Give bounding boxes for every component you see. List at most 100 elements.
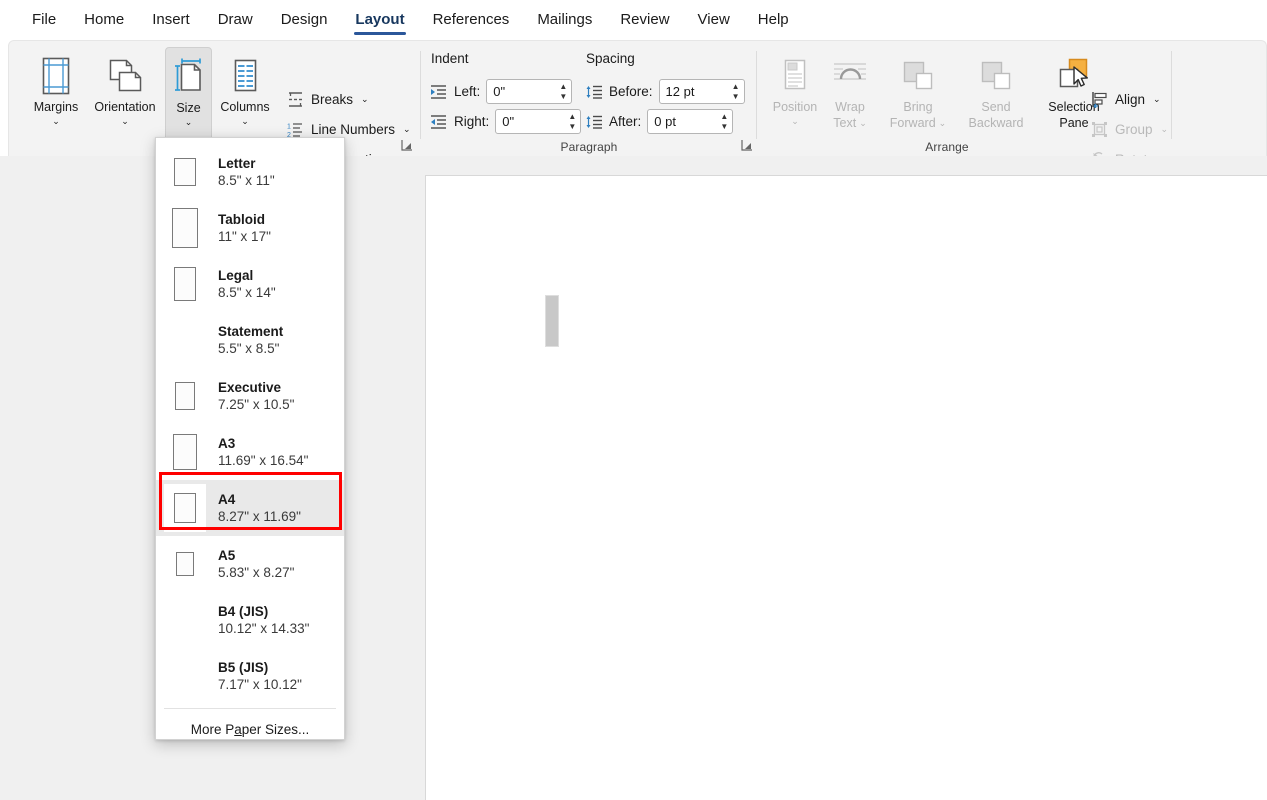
position-label: Position	[772, 100, 818, 114]
columns-button[interactable]: Columns ⌄	[214, 47, 276, 145]
paper-thumb-a3	[164, 428, 206, 476]
tab-help[interactable]: Help	[744, 5, 803, 36]
menu-item-legal-dimensions: 8.5" x 14"	[218, 284, 276, 300]
position-button[interactable]: Position ⌄	[763, 47, 827, 145]
size-button[interactable]: Size ⌄	[165, 47, 212, 145]
paper-thumb-a4	[164, 484, 206, 532]
paper-size-menu[interactable]: Letter 8.5" x 11" Tabloid 11" x 17" Lega…	[155, 137, 345, 740]
orientation-caret-icon: ⌄	[121, 116, 129, 126]
menu-item-legal-name: Legal	[218, 267, 254, 283]
menu-item-a5[interactable]: A5 5.83" x 8.27"	[156, 536, 344, 592]
indent-right-field[interactable]: Right: 0" ▲ ▼	[431, 109, 582, 134]
menu-item-b4-jis[interactable]: B4 (JIS) 10.12" x 14.33"	[156, 592, 344, 648]
orientation-button[interactable]: Orientation ⌄	[87, 47, 163, 145]
indent-right-stepper[interactable]: ▲ ▼	[568, 110, 576, 133]
tab-layout[interactable]: Layout	[341, 5, 418, 36]
ribbon-tab-bar: File Home Insert Draw Design Layout Refe…	[0, 0, 1267, 40]
orientation-label: Orientation	[94, 100, 156, 114]
menu-item-executive[interactable]: Executive 7.25" x 10.5"	[156, 368, 344, 424]
menu-item-tabloid-dimensions: 11" x 17"	[218, 228, 271, 244]
menu-item-a4[interactable]: A4 8.27" x 11.69"	[156, 480, 344, 536]
spacing-after-stepper[interactable]: ▲ ▼	[720, 110, 728, 133]
menu-item-letter[interactable]: Letter 8.5" x 11"	[156, 144, 344, 200]
position-caret-icon: ⌄	[791, 116, 799, 126]
margins-button[interactable]: Margins ⌄	[21, 47, 91, 145]
size-caret-icon: ⌄	[184, 117, 193, 127]
indent-right-icon	[431, 114, 448, 129]
breaks-button[interactable]: Breaks ⌄	[281, 86, 374, 112]
menu-item-a3-dimensions: 11.69" x 16.54"	[218, 452, 309, 468]
menu-item-statement-name: Statement	[218, 323, 284, 339]
line-numbers-icon: 1 2	[286, 120, 304, 138]
paragraph-dialog-launcher[interactable]	[741, 139, 755, 153]
tab-file[interactable]: File	[18, 5, 70, 36]
spacing-before-value: 12 pt	[665, 84, 695, 99]
indent-left-field[interactable]: Left: 0" ▲ ▼	[431, 79, 573, 104]
spacing-before-stepper[interactable]: ▲ ▼	[732, 80, 740, 103]
tab-draw[interactable]: Draw	[204, 5, 267, 36]
menu-item-a5-name: A5	[218, 547, 236, 563]
tab-mailings[interactable]: Mailings	[523, 5, 606, 36]
paper-thumb-b5-jis	[164, 652, 206, 700]
menu-item-b5-jis[interactable]: B5 (JIS) 7.17" x 10.12"	[156, 648, 344, 704]
spacing-after-input[interactable]: 0 pt ▲ ▼	[647, 109, 734, 134]
paper-thumb-b4-jis	[164, 596, 206, 644]
menu-item-b4-jis-dimensions: 10.12" x 14.33"	[218, 620, 310, 636]
breaks-icon	[286, 90, 304, 108]
size-icon	[172, 55, 206, 99]
send-backward-button[interactable]: Send Backward	[955, 47, 1037, 145]
indent-left-input[interactable]: 0" ▲ ▼	[486, 79, 573, 104]
document-page[interactable]	[425, 175, 1267, 800]
menu-item-legal[interactable]: Legal 8.5" x 14"	[156, 256, 344, 312]
indent-left-icon	[431, 84, 448, 99]
indent-right-input[interactable]: 0" ▲ ▼	[495, 109, 582, 134]
menu-item-statement[interactable]: Statement 5.5" x 8.5"	[156, 312, 344, 368]
send-backward-label-line2: Backward	[968, 116, 1024, 130]
spacing-header: Spacing	[586, 51, 635, 66]
tab-review[interactable]: Review	[606, 5, 683, 36]
spacing-after-icon	[586, 114, 603, 129]
svg-text:1: 1	[287, 123, 291, 130]
margins-icon	[39, 54, 73, 98]
tab-references[interactable]: References	[419, 5, 524, 36]
bring-forward-button[interactable]: Bring Forward ⌄	[879, 47, 957, 145]
menu-item-executive-dimensions: 7.25" x 10.5"	[218, 396, 295, 412]
menu-item-executive-name: Executive	[218, 379, 282, 395]
group-caret-icon: ⌄	[1160, 123, 1169, 134]
spacing-before-field[interactable]: Before: 12 pt ▲ ▼	[586, 79, 745, 104]
tab-design[interactable]: Design	[267, 5, 342, 36]
more-paper-sizes-label-pre: More P	[190, 721, 235, 737]
spacing-after-field[interactable]: After: 0 pt ▲ ▼	[586, 109, 734, 134]
page-setup-dialog-launcher[interactable]	[401, 139, 415, 153]
menu-item-b4-jis-name: B4 (JIS)	[218, 603, 269, 619]
menu-item-tabloid[interactable]: Tabloid 11" x 17"	[156, 200, 344, 256]
indent-right-value: 0"	[502, 114, 515, 129]
breaks-label: Breaks	[311, 91, 354, 107]
group-icon	[1090, 120, 1108, 138]
tab-view[interactable]: View	[684, 5, 744, 36]
indent-right-label: Right:	[454, 114, 490, 129]
bring-forward-caret-icon: ⌄	[938, 118, 947, 128]
more-paper-sizes-button[interactable]: More Pa per Sizes...	[156, 709, 344, 749]
group-button[interactable]: Group ⌄	[1085, 116, 1173, 142]
wrap-text-button[interactable]: Wrap Text ⌄	[823, 47, 877, 145]
align-caret-icon: ⌄	[1153, 93, 1161, 104]
wrap-text-label-line1: Wrap	[835, 100, 865, 114]
word-window: File Home Insert Draw Design Layout Refe…	[0, 0, 1267, 800]
paper-thumb-a5	[164, 540, 206, 588]
ribbon-group-paragraph: Indent Spacing Left: 0" ▲ ▼ Right: 0" ▲ …	[421, 41, 757, 157]
bring-forward-icon	[899, 54, 937, 98]
paper-thumb-statement	[164, 316, 206, 364]
tab-home[interactable]: Home	[70, 5, 138, 36]
wrap-text-label-line2: Text	[833, 116, 857, 130]
menu-item-letter-name: Letter	[218, 155, 256, 171]
spacing-before-input[interactable]: 12 pt ▲ ▼	[658, 79, 745, 104]
align-button[interactable]: Align ⌄	[1085, 86, 1166, 112]
columns-icon	[228, 54, 262, 98]
indent-left-stepper[interactable]: ▲ ▼	[559, 80, 567, 103]
orientation-icon	[105, 54, 145, 98]
menu-item-a4-name: A4	[218, 491, 236, 507]
menu-item-a3[interactable]: A3 11.69" x 16.54"	[156, 424, 344, 480]
tab-insert[interactable]: Insert	[138, 5, 204, 36]
paper-thumb-legal	[164, 260, 206, 308]
